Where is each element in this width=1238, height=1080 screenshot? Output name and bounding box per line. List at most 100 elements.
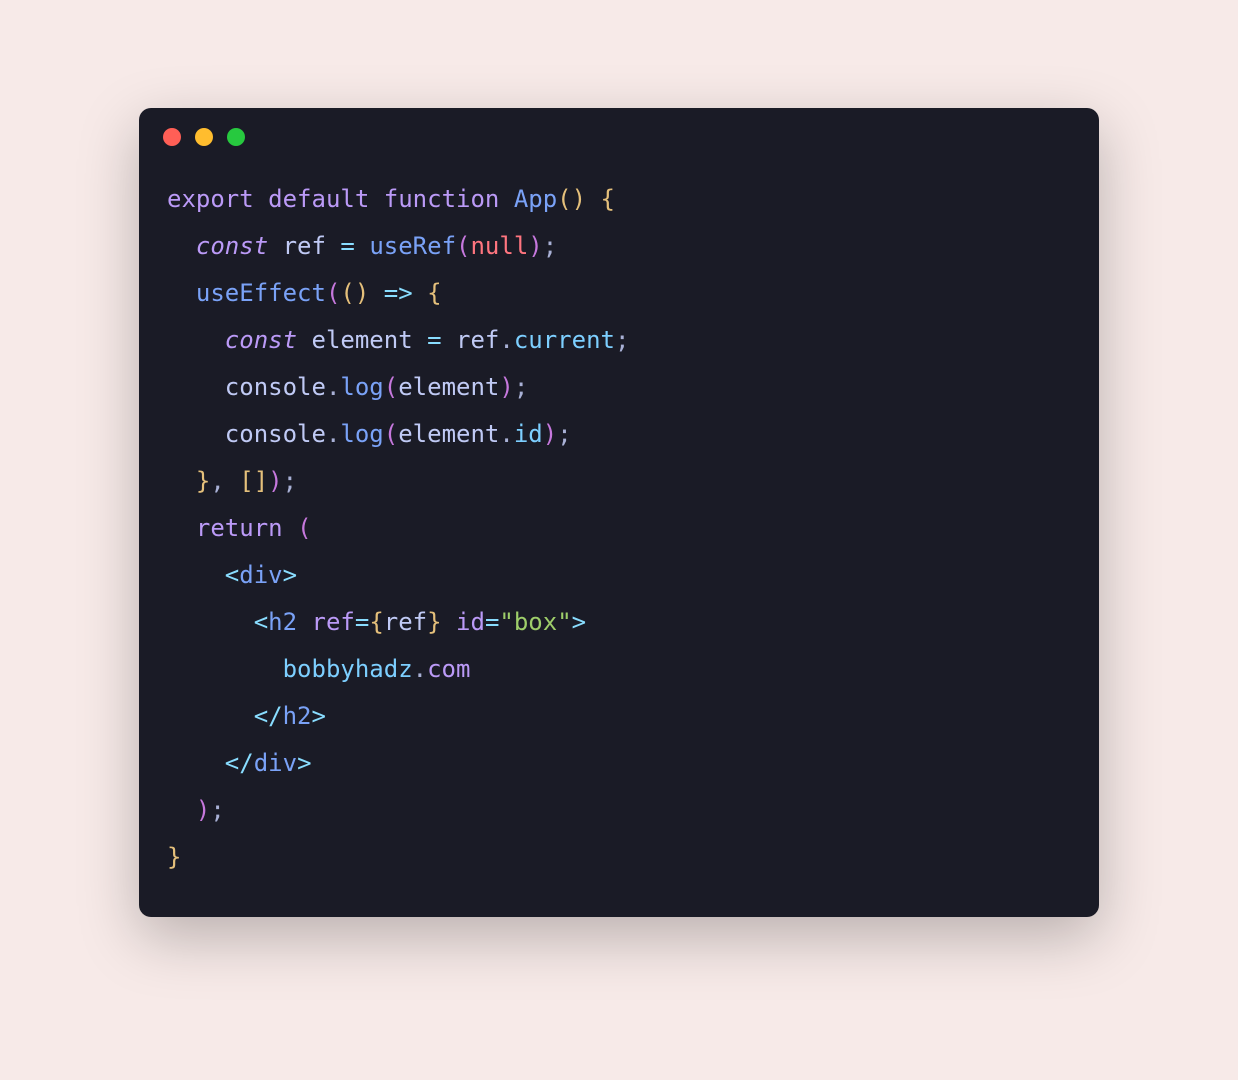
code-token: ] bbox=[254, 467, 268, 495]
code-token: ( bbox=[326, 279, 340, 307]
code-token: current bbox=[514, 326, 615, 354]
code-token bbox=[355, 232, 369, 260]
close-icon[interactable] bbox=[163, 128, 181, 146]
code-token: bobbyhadz bbox=[283, 655, 413, 683]
code-token: useRef bbox=[369, 232, 456, 260]
code-token bbox=[167, 326, 225, 354]
code-token: > bbox=[312, 702, 326, 730]
code-token: [ bbox=[239, 467, 253, 495]
code-token: < bbox=[225, 561, 239, 589]
code-token bbox=[167, 373, 225, 401]
code-token: ; bbox=[514, 373, 528, 401]
code-token bbox=[167, 702, 254, 730]
code-token: = bbox=[427, 326, 441, 354]
code-token: ( bbox=[557, 185, 571, 213]
code-token: . bbox=[499, 420, 513, 448]
code-token: ; bbox=[210, 796, 224, 824]
code-token bbox=[167, 608, 254, 636]
code-token: "box" bbox=[499, 608, 571, 636]
code-token bbox=[225, 467, 239, 495]
code-token: element bbox=[398, 420, 499, 448]
code-token: = bbox=[355, 608, 369, 636]
code-token: log bbox=[340, 420, 383, 448]
code-token bbox=[167, 796, 196, 824]
code-token: element bbox=[312, 326, 413, 354]
code-token bbox=[167, 655, 283, 683]
titlebar bbox=[139, 108, 1099, 156]
minimize-icon[interactable] bbox=[195, 128, 213, 146]
code-token: . bbox=[499, 326, 513, 354]
code-token bbox=[167, 749, 225, 777]
code-token: => bbox=[384, 279, 413, 307]
code-token bbox=[369, 185, 383, 213]
code-token: div bbox=[239, 561, 282, 589]
code-token: } bbox=[427, 608, 441, 636]
code-token bbox=[167, 467, 196, 495]
code-token: { bbox=[369, 608, 383, 636]
code-token: = bbox=[340, 232, 354, 260]
code-token: ; bbox=[543, 232, 557, 260]
code-token: > bbox=[283, 561, 297, 589]
code-token: } bbox=[196, 467, 210, 495]
code-token bbox=[167, 420, 225, 448]
code-token: default bbox=[268, 185, 369, 213]
code-token bbox=[167, 561, 225, 589]
maximize-icon[interactable] bbox=[227, 128, 245, 146]
code-token: export bbox=[167, 185, 254, 213]
code-token bbox=[167, 232, 196, 260]
code-token: log bbox=[340, 373, 383, 401]
code-token: > bbox=[572, 608, 586, 636]
code-window: export default function App() { const re… bbox=[139, 108, 1099, 917]
code-token: { bbox=[601, 185, 615, 213]
code-token: ( bbox=[297, 514, 311, 542]
code-token: const bbox=[225, 326, 297, 354]
code-token: . bbox=[413, 655, 427, 683]
code-token: ( bbox=[340, 279, 354, 307]
code-token: . bbox=[326, 373, 340, 401]
code-token bbox=[586, 185, 600, 213]
code-token: null bbox=[470, 232, 528, 260]
code-token: const bbox=[196, 232, 268, 260]
code-token: id bbox=[514, 420, 543, 448]
code-token: useEffect bbox=[196, 279, 326, 307]
code-token: , bbox=[210, 467, 224, 495]
code-token: ref bbox=[456, 326, 499, 354]
code-token bbox=[442, 326, 456, 354]
code-token: id bbox=[456, 608, 485, 636]
code-token: return bbox=[196, 514, 283, 542]
code-token: ref bbox=[384, 608, 427, 636]
code-token: console bbox=[225, 420, 326, 448]
code-token: ) bbox=[355, 279, 369, 307]
code-token bbox=[254, 185, 268, 213]
code-token: = bbox=[485, 608, 499, 636]
code-token: } bbox=[167, 843, 181, 871]
code-token: ( bbox=[456, 232, 470, 260]
code-token: function bbox=[384, 185, 500, 213]
code-token: ; bbox=[557, 420, 571, 448]
code-token: ) bbox=[268, 467, 282, 495]
code-token: ) bbox=[572, 185, 586, 213]
code-token bbox=[499, 185, 513, 213]
code-token: ; bbox=[283, 467, 297, 495]
code-token bbox=[326, 232, 340, 260]
code-token: </ bbox=[225, 749, 254, 777]
code-token: ) bbox=[543, 420, 557, 448]
code-token bbox=[413, 326, 427, 354]
code-token: ( bbox=[384, 373, 398, 401]
code-token: element bbox=[398, 373, 499, 401]
code-token: console bbox=[225, 373, 326, 401]
code-token: ref bbox=[283, 232, 326, 260]
code-token: { bbox=[427, 279, 441, 307]
code-token: . bbox=[326, 420, 340, 448]
code-token: > bbox=[297, 749, 311, 777]
code-token: ) bbox=[196, 796, 210, 824]
code-token: div bbox=[254, 749, 297, 777]
code-token: ( bbox=[384, 420, 398, 448]
code-token bbox=[297, 608, 311, 636]
code-token: ) bbox=[499, 373, 513, 401]
code-token bbox=[167, 279, 196, 307]
code-token: ) bbox=[528, 232, 542, 260]
code-token bbox=[167, 514, 196, 542]
code-token bbox=[268, 232, 282, 260]
code-token: App bbox=[514, 185, 557, 213]
